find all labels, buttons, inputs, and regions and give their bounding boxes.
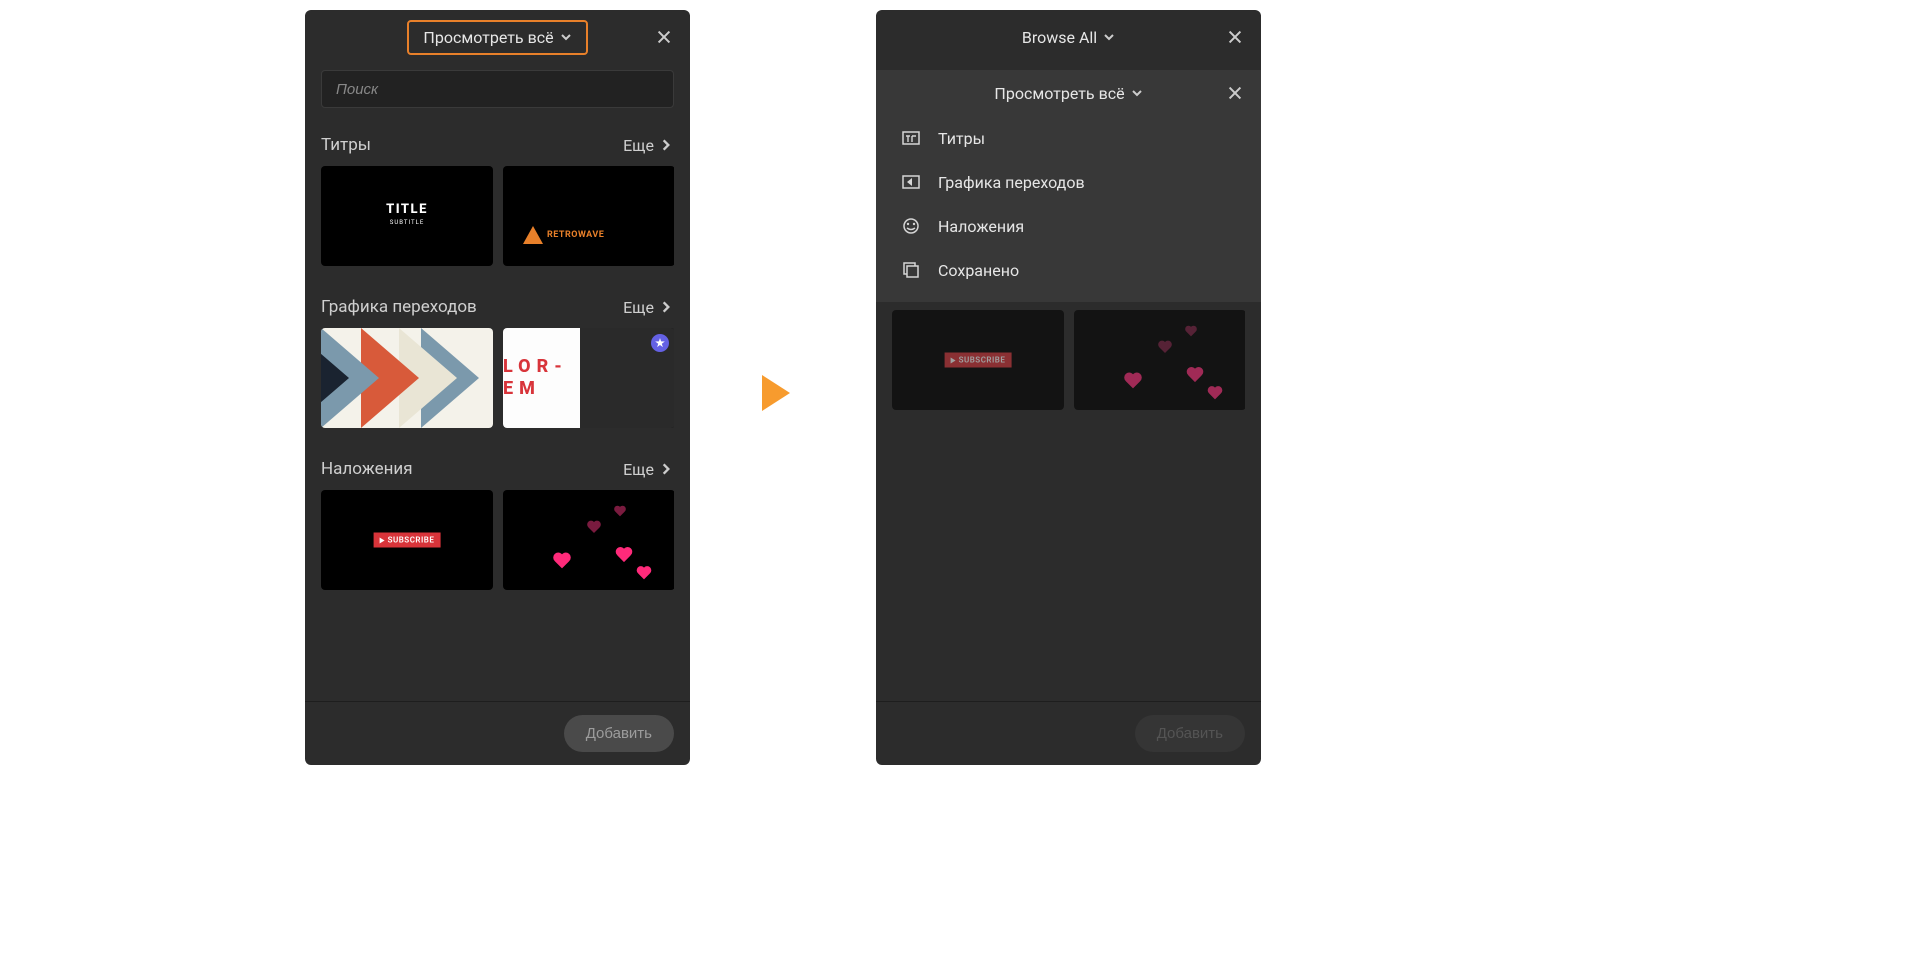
menu-item-transitions[interactable]: Графика переходов [876, 160, 1261, 204]
thumb-subscribe[interactable]: SUBSCRIBE [321, 490, 493, 590]
menu-label: Титры [938, 129, 985, 148]
heart-icon [586, 521, 601, 535]
panel-left: Просмотреть всё Титры Еще [305, 10, 690, 765]
thumb-hearts[interactable] [503, 490, 674, 590]
chevron-down-icon [1103, 31, 1115, 43]
browse-all-label: Просмотреть всё [423, 28, 553, 47]
heart-icon [613, 506, 626, 518]
retrowave-block: RETROWAVE [523, 226, 604, 244]
section-overlays: Наложения Еще SUBSCRIBE [305, 448, 690, 610]
chevron-right-icon [658, 299, 674, 315]
more-button-transitions[interactable]: Еще [623, 298, 674, 317]
section-title-transitions: Графика переходов [321, 297, 477, 317]
thumb-title-basic[interactable]: TITLE SUBTITLE [321, 166, 493, 266]
heart-icon [636, 567, 653, 582]
title-text-block: TITLE SUBTITLE [386, 202, 428, 226]
chevron-down-icon [560, 31, 572, 43]
add-button[interactable]: Добавить [1135, 715, 1245, 752]
section-title-overlays: Наложения [321, 459, 413, 479]
subscribe-label: SUBSCRIBE [388, 536, 435, 545]
menu-label: Графика переходов [938, 173, 1085, 192]
section-header-titles: Титры Еще [321, 124, 674, 166]
section-header-transitions: Графика переходов Еще [321, 286, 674, 328]
play-icon [380, 537, 385, 543]
dropdown-header: Просмотреть всё [876, 70, 1261, 116]
menu-item-saved[interactable]: Сохранено [876, 248, 1261, 292]
thumb-hearts [1074, 310, 1245, 410]
overlay-icon [900, 215, 922, 237]
section-title-titles: Титры [321, 135, 371, 155]
subscribe-box: SUBSCRIBE [374, 533, 441, 548]
add-button[interactable]: Добавить [564, 715, 674, 752]
close-button[interactable] [652, 25, 676, 49]
premium-star-icon [651, 334, 669, 352]
menu-item-overlays[interactable]: Наложения [876, 204, 1261, 248]
panel-right: Browse All Просмотреть всё [876, 10, 1261, 765]
thumb-subscribe: SUBSCRIBE [892, 310, 1064, 410]
search-wrap [305, 64, 690, 124]
browse-all-label: Browse All [1022, 28, 1097, 47]
titles-icon [900, 127, 922, 149]
browse-all-dropdown-button[interactable]: Browse All [1022, 28, 1115, 47]
chevron-down-icon [1131, 87, 1143, 99]
thumb-row-overlays: SUBSCRIBE [321, 490, 674, 590]
section-header-overlays: Наложения Еще [321, 448, 674, 490]
close-dropdown-button[interactable] [1223, 81, 1247, 105]
close-button[interactable] [1223, 25, 1247, 49]
heart-icon [615, 548, 634, 565]
thumb-row-titles: TITLE SUBTITLE RETROWAVE [321, 166, 674, 266]
heart-icon [552, 553, 572, 571]
content-scroll[interactable]: Титры Еще TITLE SUBTITLE [305, 124, 690, 701]
panel-header: Browse All [876, 10, 1261, 64]
dropdown-title-label: Просмотреть всё [994, 84, 1124, 103]
more-button-titles[interactable]: Еще [623, 136, 674, 155]
more-button-overlays[interactable]: Еще [623, 460, 674, 479]
search-input[interactable] [321, 70, 674, 108]
panel-footer: Добавить [305, 701, 690, 765]
title-sub: SUBTITLE [386, 219, 428, 226]
lorem-text: LOR- EM [503, 356, 580, 399]
transition-arrow-icon [762, 375, 790, 411]
section-titles: Титры Еще TITLE SUBTITLE [305, 124, 690, 286]
browse-all-dropdown-button[interactable]: Просмотреть всё [407, 20, 587, 55]
panel-header: Просмотреть всё [305, 10, 690, 64]
thumb-retrowave[interactable]: RETROWAVE [503, 166, 674, 266]
more-label: Еще [623, 460, 654, 479]
menu-item-titles[interactable]: Титры [876, 116, 1261, 160]
menu-label: Сохранено [938, 261, 1019, 280]
subscribe-label: SUBSCRIBE [959, 356, 1006, 365]
dropdown-title[interactable]: Просмотреть всё [994, 84, 1142, 103]
thumb-lorem[interactable]: LOR- EM [503, 328, 674, 428]
more-label: Еще [623, 298, 654, 317]
thumb-chevrons[interactable] [321, 328, 493, 428]
section-transitions: Графика переходов Еще [305, 286, 690, 448]
menu-label: Наложения [938, 217, 1024, 236]
retrowave-text: RETROWAVE [547, 230, 604, 240]
panel-footer: Добавить [876, 701, 1261, 765]
thumb-row-transitions: LOR- EM [321, 328, 674, 428]
chevron-right-icon [658, 461, 674, 477]
more-label: Еще [623, 136, 654, 155]
saved-icon [900, 259, 922, 281]
triangle-icon [523, 226, 543, 244]
chevron-right-icon [658, 137, 674, 153]
title-main: TITLE [386, 202, 428, 217]
browse-all-dropdown-menu: Просмотреть всё Титры Графика переходов [876, 70, 1261, 302]
transition-icon [900, 171, 922, 193]
